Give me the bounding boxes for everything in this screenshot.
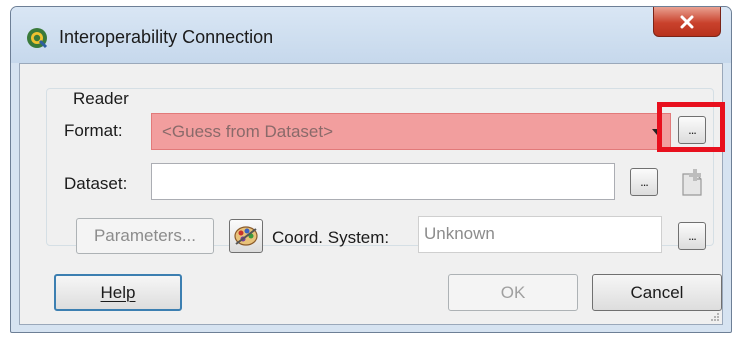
qgis-icon <box>27 28 48 49</box>
cancel-button[interactable]: Cancel <box>592 274 722 311</box>
reader-group-label: Reader <box>69 89 133 109</box>
highlight-box <box>657 102 725 152</box>
title-bar[interactable]: Interoperability Connection <box>11 7 731 63</box>
coord-system-input[interactable]: Unknown <box>418 216 662 253</box>
globe-palette-icon <box>234 226 258 246</box>
ok-button[interactable]: OK <box>448 274 578 311</box>
close-button[interactable] <box>653 7 721 37</box>
dialog-window: Interoperability Connection Reader Forma… <box>10 6 732 333</box>
coord-system-picker-button[interactable] <box>229 219 263 253</box>
coord-system-browse-button[interactable]: ... <box>678 222 706 250</box>
coord-system-label: Coord. System: <box>272 228 390 247</box>
window-title: Interoperability Connection <box>59 27 274 47</box>
parameters-button[interactable]: Parameters... <box>76 218 214 254</box>
format-value: <Guess from Dataset> <box>162 122 334 141</box>
dialog-body: Reader Format: <Guess from Dataset> ... … <box>19 63 725 325</box>
dataset-input[interactable] <box>151 163 615 200</box>
resize-grip-icon[interactable] <box>710 312 720 322</box>
format-combobox[interactable]: <Guess from Dataset> <box>151 113 671 150</box>
format-label: Format: <box>64 121 123 140</box>
close-icon <box>680 15 694 28</box>
help-button[interactable]: Help <box>54 274 182 311</box>
dataset-label: Dataset: <box>64 174 128 193</box>
coord-system-value: Unknown <box>424 224 495 243</box>
help-button-label: Help <box>100 283 136 302</box>
add-dataset-icon[interactable] <box>678 168 706 198</box>
dataset-browse-button[interactable]: ... <box>630 168 658 196</box>
